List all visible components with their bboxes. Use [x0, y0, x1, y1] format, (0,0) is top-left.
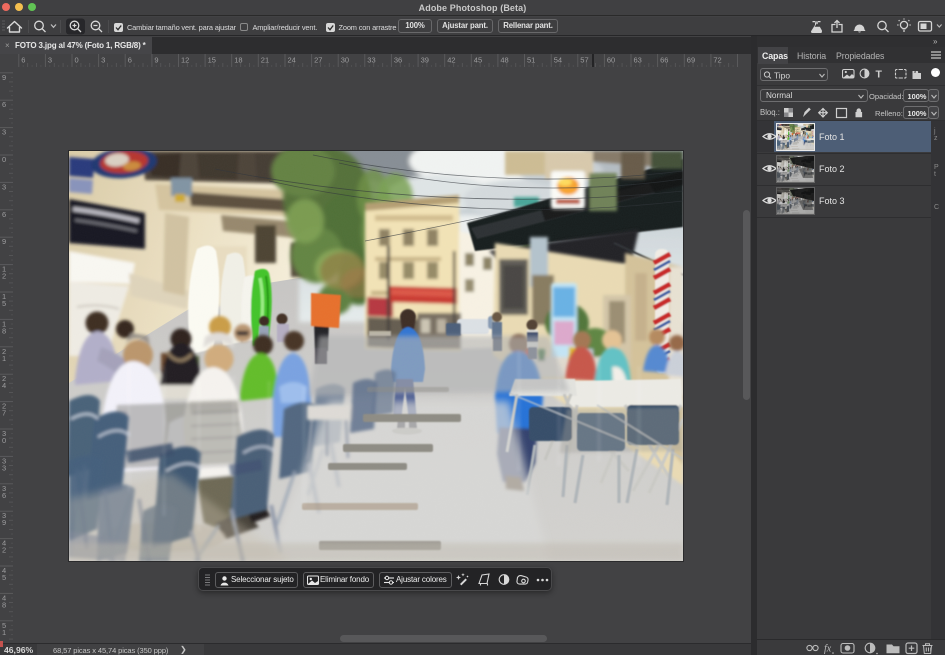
- svg-text:T: T: [876, 69, 883, 81]
- svg-text:6: 6: [2, 491, 6, 500]
- svg-text:fx: fx: [824, 644, 832, 655]
- svg-text:9: 9: [2, 237, 6, 246]
- svg-text:72: 72: [713, 56, 721, 65]
- svg-text:9: 9: [2, 73, 6, 82]
- svg-text:33: 33: [367, 56, 375, 65]
- svg-text:60: 60: [607, 56, 615, 65]
- svg-text:57: 57: [580, 56, 588, 65]
- svg-text:8: 8: [2, 326, 6, 335]
- svg-text:1: 1: [2, 354, 6, 363]
- svg-text:54: 54: [554, 56, 562, 65]
- svg-text:2: 2: [2, 546, 6, 555]
- svg-text:9: 9: [154, 56, 158, 65]
- svg-text:48: 48: [500, 56, 508, 65]
- svg-text:9: 9: [2, 518, 6, 527]
- svg-text:0: 0: [75, 56, 79, 65]
- svg-text:5: 5: [2, 299, 6, 308]
- svg-text:0: 0: [2, 155, 6, 164]
- svg-text:3: 3: [2, 463, 6, 472]
- svg-text:39: 39: [421, 56, 429, 65]
- svg-text:63: 63: [634, 56, 642, 65]
- svg-text:6: 6: [2, 100, 6, 109]
- svg-text:69: 69: [687, 56, 695, 65]
- svg-text:66: 66: [660, 56, 668, 65]
- svg-text:6: 6: [21, 56, 25, 65]
- svg-text:51: 51: [527, 56, 535, 65]
- svg-text:1: 1: [2, 628, 6, 637]
- svg-text:6: 6: [128, 56, 132, 65]
- svg-text:0: 0: [2, 436, 6, 445]
- svg-text:27: 27: [314, 56, 322, 65]
- svg-text:Tipo: Tipo: [774, 70, 790, 80]
- svg-text:3: 3: [101, 56, 105, 65]
- svg-text:3: 3: [48, 56, 52, 65]
- svg-text:6: 6: [2, 210, 6, 219]
- svg-text:45: 45: [474, 56, 482, 65]
- svg-text:36: 36: [394, 56, 402, 65]
- svg-text:24: 24: [288, 56, 296, 65]
- svg-text:15: 15: [208, 56, 216, 65]
- svg-text:7: 7: [2, 409, 6, 418]
- svg-text:3: 3: [2, 182, 6, 191]
- svg-text:42: 42: [447, 56, 455, 65]
- svg-text:21: 21: [261, 56, 269, 65]
- svg-text:8: 8: [2, 600, 6, 609]
- svg-text:2: 2: [2, 272, 6, 281]
- svg-text:30: 30: [341, 56, 349, 65]
- svg-text:3: 3: [2, 128, 6, 137]
- svg-text:4: 4: [2, 381, 6, 390]
- svg-text:5: 5: [2, 573, 6, 582]
- svg-text:18: 18: [234, 56, 242, 65]
- svg-text:12: 12: [181, 56, 189, 65]
